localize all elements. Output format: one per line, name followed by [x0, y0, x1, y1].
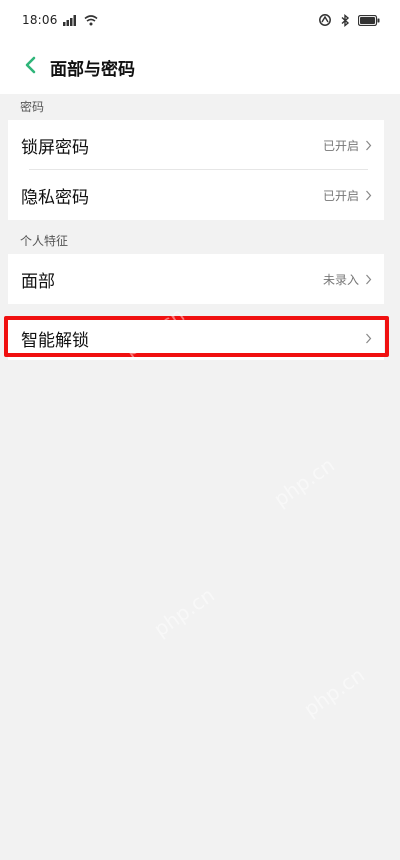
section-header-biometrics: 个人特征: [0, 220, 400, 254]
row-right: 已开启: [323, 137, 372, 154]
row-lockscreen-password[interactable]: 锁屏密码 已开启: [8, 120, 384, 170]
row-label: 面部: [21, 271, 55, 292]
chevron-right-icon: [365, 140, 372, 151]
row-label: 智能解锁: [21, 330, 89, 351]
vibrate-icon: [317, 14, 333, 26]
app-header: 面部与密码: [0, 40, 400, 94]
status-time: 18:06: [22, 13, 58, 27]
chevron-right-icon: [365, 333, 372, 344]
status-text: 已开启: [322, 188, 359, 203]
watermark: php.cn: [299, 662, 369, 722]
row-smart-unlock[interactable]: 智能解锁: [8, 316, 384, 360]
page-title: 面部与密码: [50, 59, 135, 80]
back-button[interactable]: [18, 55, 42, 79]
status-text: 已开启: [322, 138, 359, 153]
status-text: 未录入: [322, 272, 359, 287]
row-right: [365, 333, 372, 344]
sim-signal-icon: [62, 11, 79, 30]
wifi-icon: [84, 11, 98, 30]
row-right: 已开启: [323, 187, 372, 204]
section-header-password: 密码: [0, 94, 400, 120]
screen: 18:06 面部与密码 密码 锁屏密码 已开启 隐私密码 已开启 个人特征 面部…: [0, 0, 400, 860]
chevron-right-icon: [365, 190, 372, 201]
status-bar: 18:06: [0, 0, 400, 40]
row-label: 隐私密码: [21, 187, 89, 208]
row-privacy-password[interactable]: 隐私密码 已开启: [8, 170, 384, 220]
row-label: 锁屏密码: [21, 137, 89, 158]
chevron-right-icon: [365, 274, 372, 285]
watermark: php.cn: [149, 582, 219, 642]
watermark: php.cn: [269, 452, 339, 512]
status-left: 18:06: [22, 11, 98, 30]
row-right: 未录入: [323, 271, 372, 288]
bluetooth-icon: [341, 13, 350, 27]
row-face[interactable]: 面部 未录入: [8, 254, 384, 304]
battery-icon: [358, 14, 380, 26]
status-right: [317, 13, 380, 27]
chevron-left-icon: [24, 56, 36, 78]
